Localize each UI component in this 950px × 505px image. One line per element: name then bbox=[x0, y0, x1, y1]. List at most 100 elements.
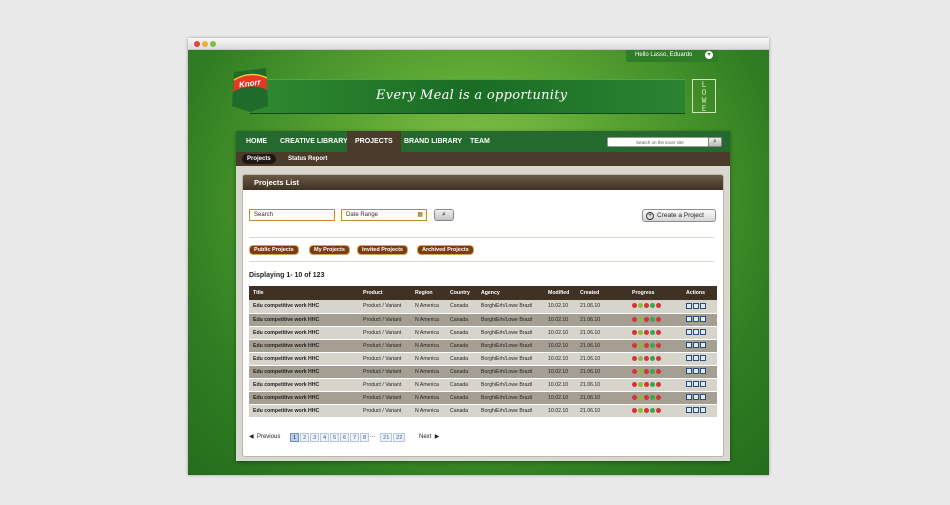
page-link[interactable]: 6 bbox=[340, 433, 350, 442]
progress-dot-icon bbox=[644, 381, 649, 387]
progress-dot-icon bbox=[656, 381, 661, 387]
pencil-icon[interactable] bbox=[693, 342, 699, 349]
cell-title[interactable]: Edu competitive work HHC bbox=[249, 313, 359, 327]
subtab-status-report[interactable]: Status Report bbox=[288, 154, 327, 164]
filter-archived-projects[interactable]: Archived Projects bbox=[417, 245, 474, 255]
edit-icon[interactable] bbox=[686, 407, 692, 414]
page-link[interactable]: 1 bbox=[290, 433, 300, 442]
filter-public-projects[interactable]: Public Projects bbox=[249, 245, 299, 255]
table-row[interactable]: Edu competitive work HHC Product / Varian… bbox=[249, 378, 717, 392]
projects-panel: Projects List Search Date Range ▦ ⌕ + Cr… bbox=[242, 174, 724, 457]
page-link[interactable]: 2 bbox=[300, 433, 310, 442]
calendar-icon[interactable]: ▦ bbox=[417, 210, 423, 220]
pencil-icon[interactable] bbox=[693, 407, 699, 414]
user-menu[interactable]: Hello Lasso, Eduardo ▾ bbox=[626, 50, 718, 62]
cell-title[interactable]: Edu competitive work HHC bbox=[249, 300, 359, 314]
table-row[interactable]: Edu competitive work HHC Product / Varian… bbox=[249, 326, 717, 340]
knorr-logo[interactable]: Knorr bbox=[230, 66, 270, 114]
search-input[interactable]: Search bbox=[249, 209, 335, 221]
search-icon[interactable]: ⌕ bbox=[708, 137, 722, 147]
edit-icon[interactable] bbox=[686, 329, 692, 336]
cell-title[interactable]: Edu competitive work HHC bbox=[249, 365, 359, 379]
share-icon[interactable] bbox=[700, 355, 706, 362]
cell-agency: BorghiErh/Lowe Brazil bbox=[477, 378, 544, 392]
page-link[interactable]: 3 bbox=[310, 433, 320, 442]
share-icon[interactable] bbox=[700, 342, 706, 349]
cell-title[interactable]: Edu competitive work HHC bbox=[249, 404, 359, 418]
site-search-input[interactable]: Search on the knorr site bbox=[607, 137, 709, 147]
pencil-icon[interactable] bbox=[693, 381, 699, 388]
cell-title[interactable]: Edu competitive work HHC bbox=[249, 339, 359, 353]
edit-icon[interactable] bbox=[686, 394, 692, 401]
page-link[interactable]: 5 bbox=[330, 433, 340, 442]
previous-label: Previous bbox=[256, 434, 281, 440]
progress-dot-icon bbox=[632, 316, 637, 322]
minimize-dot[interactable] bbox=[202, 41, 208, 47]
table-row[interactable]: Edu competitive work HHC Product / Varian… bbox=[249, 313, 717, 327]
col-country[interactable]: Country bbox=[446, 286, 477, 300]
pencil-icon[interactable] bbox=[693, 394, 699, 401]
table-row[interactable]: Edu competitive work HHC Product / Varian… bbox=[249, 352, 717, 366]
create-project-button[interactable]: + Create a Project bbox=[642, 209, 716, 222]
table-row[interactable]: Edu competitive work HHC Product / Varian… bbox=[249, 300, 717, 314]
share-icon[interactable] bbox=[700, 368, 706, 375]
share-icon[interactable] bbox=[700, 329, 706, 336]
cell-modified: 10.02.10 bbox=[544, 300, 576, 314]
nav-projects[interactable]: PROJECTS bbox=[347, 131, 401, 152]
pencil-icon[interactable] bbox=[693, 355, 699, 362]
date-range-input[interactable]: Date Range ▦ bbox=[341, 209, 427, 221]
col-agency[interactable]: Agency bbox=[477, 286, 544, 300]
nav-creative-library[interactable]: CREATIVE LIBRARY bbox=[280, 131, 348, 152]
nav-home[interactable]: HOME bbox=[246, 131, 267, 152]
cell-created: 21.06.10 bbox=[576, 313, 628, 327]
progress-indicators bbox=[628, 404, 682, 418]
edit-icon[interactable] bbox=[686, 303, 692, 310]
share-icon[interactable] bbox=[700, 303, 706, 310]
nav-team[interactable]: TEAM bbox=[470, 131, 490, 152]
edit-icon[interactable] bbox=[686, 355, 692, 362]
pencil-icon[interactable] bbox=[693, 329, 699, 336]
col-region[interactable]: Region bbox=[411, 286, 446, 300]
share-icon[interactable] bbox=[700, 394, 706, 401]
pencil-icon[interactable] bbox=[693, 368, 699, 375]
share-icon[interactable] bbox=[700, 381, 706, 388]
share-icon[interactable] bbox=[700, 316, 706, 323]
col-title[interactable]: Title bbox=[249, 286, 359, 300]
nav-brand-library[interactable]: BRAND LIBRARY bbox=[404, 131, 462, 152]
edit-icon[interactable] bbox=[686, 342, 692, 349]
subtab-projects[interactable]: Projects bbox=[242, 154, 276, 164]
table-row[interactable]: Edu competitive work HHC Product / Varian… bbox=[249, 404, 717, 418]
chevron-down-icon[interactable]: ▾ bbox=[705, 51, 713, 59]
close-dot[interactable] bbox=[194, 41, 200, 47]
table-row[interactable]: Edu competitive work HHC Product / Varian… bbox=[249, 339, 717, 353]
maximize-dot[interactable] bbox=[210, 41, 216, 47]
table-row[interactable]: Edu competitive work HHC Product / Varian… bbox=[249, 365, 717, 379]
pencil-icon[interactable] bbox=[693, 316, 699, 323]
arrow-right-icon: ▶ bbox=[434, 434, 440, 440]
col-modified[interactable]: Modified bbox=[544, 286, 576, 300]
cell-title[interactable]: Edu competitive work HHC bbox=[249, 326, 359, 340]
progress-indicators bbox=[628, 391, 682, 405]
edit-icon[interactable] bbox=[686, 368, 692, 375]
share-icon[interactable] bbox=[700, 407, 706, 414]
next-link[interactable]: Next ▶ bbox=[419, 433, 439, 440]
cell-title[interactable]: Edu competitive work HHC bbox=[249, 352, 359, 366]
cell-title[interactable]: Edu competitive work HHC bbox=[249, 391, 359, 405]
edit-icon[interactable] bbox=[686, 316, 692, 323]
page-link[interactable]: 22 bbox=[393, 433, 406, 442]
page-link[interactable]: 4 bbox=[320, 433, 330, 442]
filter-my-projects[interactable]: My Projects bbox=[309, 245, 350, 255]
col-created[interactable]: Created bbox=[576, 286, 628, 300]
pencil-icon[interactable] bbox=[693, 303, 699, 310]
page-link[interactable]: 8 bbox=[360, 433, 370, 442]
page-link[interactable]: 7 bbox=[350, 433, 360, 442]
cell-title[interactable]: Edu competitive work HHC bbox=[249, 378, 359, 392]
search-button[interactable]: ⌕ bbox=[434, 209, 454, 221]
col-product[interactable]: Product bbox=[359, 286, 411, 300]
edit-icon[interactable] bbox=[686, 381, 692, 388]
previous-link[interactable]: ◀ Previous bbox=[249, 434, 280, 440]
table-row[interactable]: Edu competitive work HHC Product / Varian… bbox=[249, 391, 717, 405]
page-link[interactable]: 21 bbox=[380, 433, 393, 442]
filter-invited-projects[interactable]: Invited Projects bbox=[357, 245, 408, 255]
progress-dot-icon bbox=[656, 355, 661, 361]
